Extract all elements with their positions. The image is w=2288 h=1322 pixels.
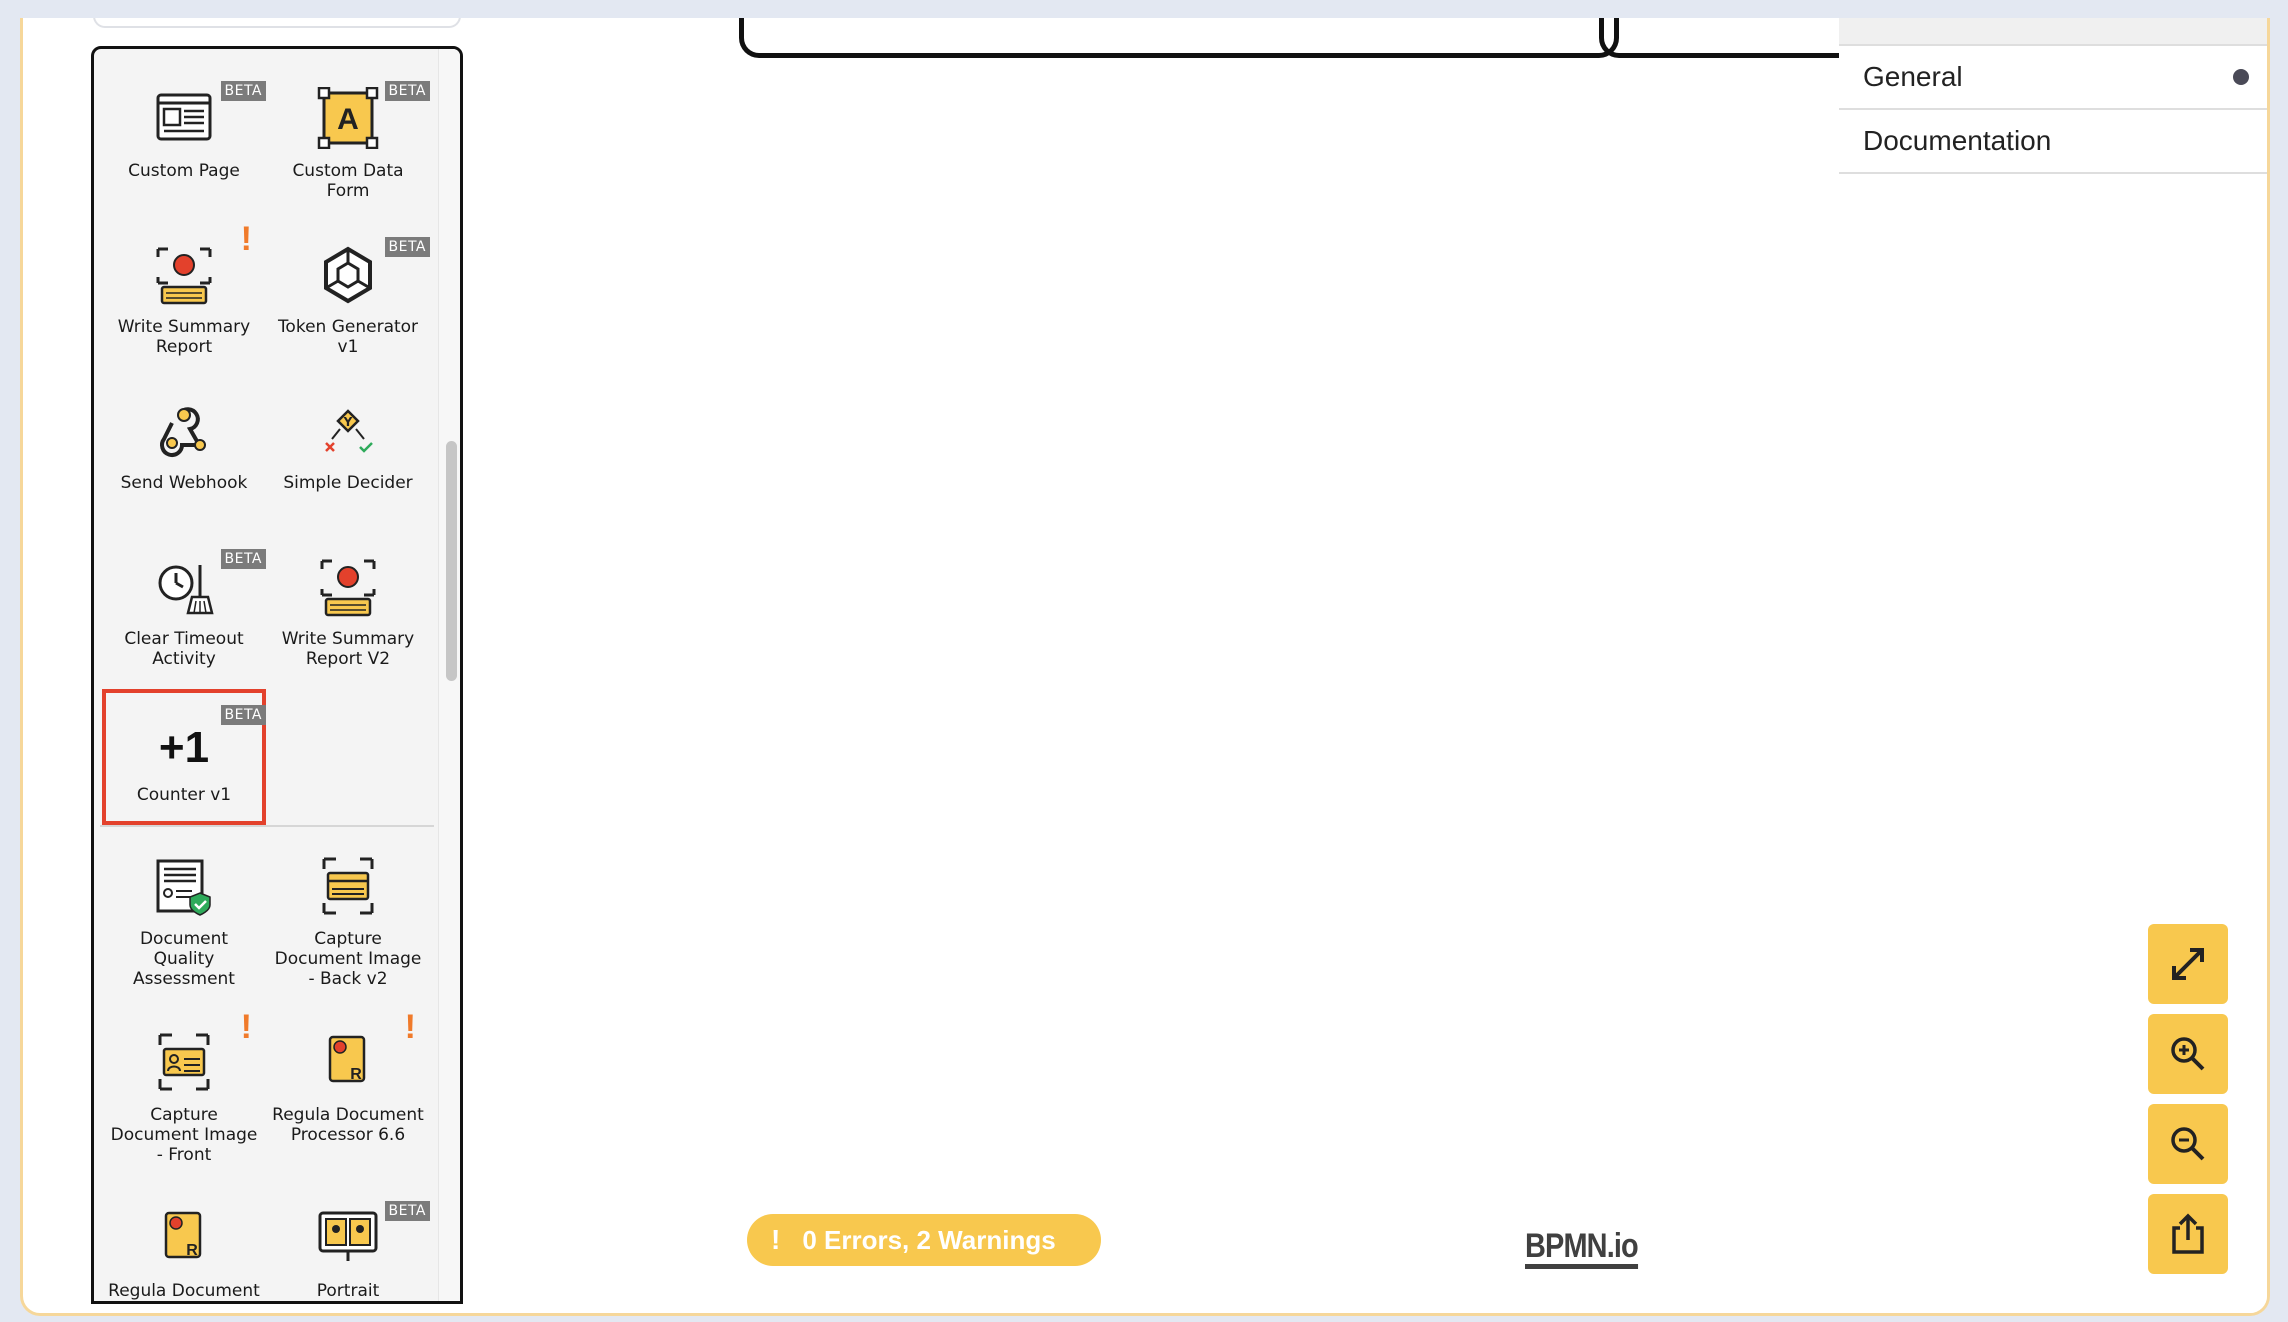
palette-group-divider [100, 825, 434, 827]
palette-item-label: Capture Document Image - Back v2 [274, 929, 422, 989]
palette-item-label: Custom Data Form [292, 161, 404, 201]
palette-item-send-webhook[interactable]: Send Webhook [102, 377, 266, 527]
beta-badge: BETA [384, 81, 430, 101]
palette-item-label: Regula Document Processor 6.6 [272, 1105, 424, 1145]
capture-back-icon [322, 857, 374, 915]
palette-item-label: Write Summary Report [117, 317, 251, 357]
palette-list: BETA Custom Page BETA A Custom Data Form… [94, 49, 436, 1301]
palette-item-token-generator[interactable]: BETA Token Generator v1 [266, 221, 430, 371]
beta-badge: BETA [220, 705, 266, 725]
fullscreen-button[interactable] [2148, 924, 2228, 1004]
beta-badge: BETA [220, 549, 266, 569]
properties-group-documentation[interactable]: Documentation [1839, 110, 2267, 174]
warning-icon: ! [771, 1224, 781, 1255]
palette-item-label: Send Webhook [120, 473, 248, 493]
linting-status-button[interactable]: ! 0 Errors, 2 Warnings [747, 1214, 1101, 1266]
palette-scrollbar[interactable] [438, 49, 460, 1301]
summary-report-icon [320, 559, 376, 617]
element-palette: BETA Custom Page BETA A Custom Data Form… [91, 46, 463, 1304]
palette-item-custom-data-form[interactable]: BETA A Custom Data Form [266, 65, 430, 215]
regula-icon: R [328, 1035, 366, 1083]
modified-indicator-dot [2233, 69, 2249, 85]
palette-item-counter[interactable]: BETA +1 Counter v1 [102, 689, 266, 825]
zoom-out-button[interactable] [2148, 1104, 2228, 1184]
zoom-in-button[interactable] [2148, 1014, 2228, 1094]
export-icon [2172, 1213, 2204, 1254]
regula-icon: R [164, 1211, 202, 1259]
bpmn-io-logo[interactable]: BPMN.io [1525, 1228, 1639, 1269]
diagram-shape[interactable] [1599, 18, 1839, 58]
decider-icon: Y [325, 409, 373, 453]
palette-item-label: Simple Decider [283, 473, 413, 493]
svg-text:R: R [350, 1066, 362, 1083]
beta-badge: BETA [384, 1201, 430, 1221]
warning-icon: ! [240, 1008, 252, 1046]
data-form-icon: A [317, 87, 379, 149]
palette-scrollbar-thumb[interactable] [446, 441, 457, 681]
palette-item-label: Clear Timeout Activity [124, 629, 244, 669]
palette-item-write-summary-report-v2[interactable]: Write Summary Report V2 [266, 533, 430, 683]
beta-badge: BETA [220, 81, 266, 101]
palette-item-label: Counter v1 [136, 785, 232, 805]
fullscreen-icon [2172, 948, 2204, 980]
export-button[interactable] [2148, 1194, 2228, 1274]
diagram-shape[interactable] [739, 18, 1619, 58]
app-frame: BETA Custom Page BETA A Custom Data Form… [20, 18, 2270, 1316]
palette-item-label: Write Summary Report V2 [281, 629, 415, 669]
palette-item-write-summary-report[interactable]: ! Write Summary Report [102, 221, 266, 371]
warning-icon: ! [404, 1008, 416, 1046]
palette-item-clear-timeout[interactable]: BETA Clear Timeout Activity [102, 533, 266, 683]
clear-timeout-icon [158, 565, 214, 615]
webhook-icon [160, 407, 206, 457]
palette-item-label: Capture Document Image - Front [110, 1105, 258, 1165]
custom-page-icon [156, 93, 212, 141]
palette-item-document-quality[interactable]: Document Quality Assessment [102, 833, 266, 989]
palette-item-regula-69[interactable]: R Regula Document Processor 6.9 [102, 1185, 266, 1301]
summary-report-icon [156, 247, 212, 305]
counter-icon: +1 [158, 723, 210, 772]
palette-item-label: Regula Document Processor 6.9 [108, 1281, 260, 1301]
palette-item-capture-front[interactable]: ! Capture Document Image - Front [102, 1008, 266, 1165]
linting-status-text: 0 Errors, 2 Warnings [802, 1224, 1056, 1255]
portrait-substitution-icon [318, 1211, 378, 1261]
palette-item-portrait-substitution[interactable]: BETA Portrait Substitution Detection - [266, 1185, 430, 1301]
properties-panel-header [1839, 18, 2267, 46]
token-generator-icon [324, 246, 372, 304]
properties-group-label: General [1863, 61, 1963, 92]
zoom-in-icon [2171, 1037, 2205, 1071]
document-quality-icon [156, 859, 211, 916]
palette-item-label: Portrait Substitution Detection - [316, 1281, 380, 1301]
palette-item-label: Custom Page [128, 161, 240, 181]
palette-item-custom-page[interactable]: BETA Custom Page [102, 65, 266, 215]
palette-item-regula-66[interactable]: ! R Regula Document Processor 6.6 [266, 1009, 430, 1159]
svg-text:A: A [337, 103, 359, 136]
palette-item-simple-decider[interactable]: Y Simple Decider [266, 377, 430, 527]
svg-text:Y: Y [343, 415, 353, 429]
warning-icon: ! [240, 220, 252, 258]
zoom-out-icon [2171, 1127, 2205, 1161]
palette-item-label: Token Generator v1 [277, 317, 419, 357]
svg-text:R: R [186, 1242, 198, 1259]
capture-front-icon [158, 1033, 210, 1091]
properties-group-general[interactable]: General [1839, 46, 2267, 110]
palette-item-label: Document Quality Assessment [133, 929, 235, 989]
palette-item-capture-back[interactable]: Capture Document Image - Back v2 [266, 833, 430, 989]
palette-search-input[interactable] [93, 18, 461, 28]
properties-group-label: Documentation [1863, 125, 2052, 156]
beta-badge: BETA [384, 237, 430, 257]
